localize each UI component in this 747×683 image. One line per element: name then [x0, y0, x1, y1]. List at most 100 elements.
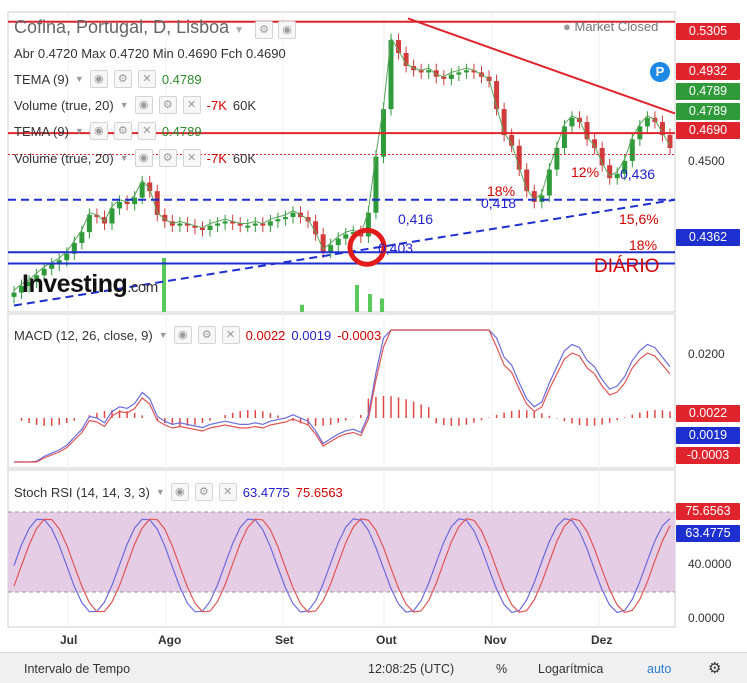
candle-body	[11, 292, 17, 297]
candle-body	[267, 221, 273, 226]
pivot-badge[interactable]: P	[650, 62, 670, 82]
annotation-0436: 0,436	[620, 166, 656, 182]
volume-1-settings-icon[interactable]: ⚙	[158, 96, 177, 114]
macd-signal-line	[14, 329, 671, 463]
market-status: ● Market Closed	[563, 19, 658, 34]
annotation-0416: 0,416	[398, 211, 434, 227]
volume-1-value-a: -7K	[206, 97, 227, 113]
volume-1-menu-icon[interactable]: ▼	[120, 100, 129, 110]
tema-1-settings-icon[interactable]: ⚙	[113, 70, 132, 88]
volume-1-close-icon[interactable]: ✕	[182, 96, 201, 114]
macd-label: MACD (12, 26, close, 9)	[14, 327, 153, 343]
tema-2-label: TEMA (9)	[14, 123, 69, 139]
candle-body	[644, 117, 650, 127]
volume-2-menu-icon[interactable]: ▼	[120, 153, 129, 163]
candle-body	[245, 225, 251, 228]
chart-title-text: Cofina, Portugal, D, Lisboa	[14, 17, 230, 37]
price-axis-tag: 0.4932	[676, 63, 740, 80]
tema-2-settings-icon[interactable]: ⚙	[113, 122, 132, 140]
title-dropdown-icon[interactable]: ▼	[234, 25, 244, 36]
macd-menu-icon[interactable]: ▼	[159, 330, 168, 340]
price-axis-tag: 0.4789	[676, 83, 740, 100]
macd-series	[14, 329, 671, 463]
volume-bar	[355, 285, 359, 312]
clock-readout: 12:08:25 (UTC)	[368, 662, 455, 676]
candle-body	[275, 219, 281, 222]
volume-2-visibility-icon[interactable]: ◉	[134, 149, 153, 167]
candle-body	[667, 135, 673, 148]
volume-1-label: Volume (true, 20)	[14, 97, 114, 113]
log-toggle[interactable]: Logarítmica	[538, 662, 603, 676]
candle-body	[343, 234, 349, 239]
volume-2-value-b: 60K	[232, 150, 257, 166]
candle-body	[448, 74, 454, 79]
indicator-stoch-rsi[interactable]: Stoch RSI (14, 14, 3, 3) ▼ ◉ ⚙ ✕ 63.4775 7…	[14, 483, 343, 501]
volume-bar	[368, 294, 372, 312]
candle-body	[328, 245, 334, 252]
candle-body	[290, 212, 296, 218]
bottom-toolbar: Intervalo de Tempo 12:08:25 (UTC) % Loga…	[0, 652, 747, 683]
candle-body	[501, 109, 507, 136]
macd-visibility-icon[interactable]: ◉	[173, 326, 192, 344]
indicator-tema-2[interactable]: TEMA (9) ▼ ◉ ⚙ ✕ 0.4789	[14, 122, 202, 140]
volume-bar	[380, 298, 384, 312]
x-label-out: Out	[376, 633, 397, 647]
annotation-156: 15,6%	[619, 211, 659, 227]
candle-body	[463, 70, 469, 73]
macd-value-1: 0.0022	[245, 327, 286, 343]
chart-title[interactable]: Cofina, Portugal, D, Lisboa ▼ ⚙ ◉	[14, 17, 297, 39]
eye-icon[interactable]: ◉	[278, 21, 297, 39]
macd-axis-tag: 0.0019	[676, 427, 740, 444]
stoch-close-icon[interactable]: ✕	[218, 483, 237, 501]
volume-2-close-icon[interactable]: ✕	[182, 149, 201, 167]
gear-icon[interactable]: ⚙	[708, 659, 721, 677]
logo-suffix-text: .com	[127, 279, 158, 296]
tema-1-close-icon[interactable]: ✕	[137, 70, 156, 88]
macd-value-2: 0.0019	[291, 327, 332, 343]
macd-settings-icon[interactable]: ⚙	[197, 326, 216, 344]
stoch-axis-tag: 63.4775	[676, 525, 740, 542]
settings-icon[interactable]: ⚙	[255, 21, 274, 39]
candle-body	[494, 81, 500, 110]
percent-toggle[interactable]: %	[496, 662, 507, 676]
indicator-volume-2[interactable]: Volume (true, 20) ▼ ◉ ⚙ ✕ -7K 60K	[14, 149, 256, 167]
volume-2-label: Volume (true, 20)	[14, 150, 114, 166]
stoch-tick-40: 40.0000	[688, 557, 732, 571]
candle-body	[569, 117, 575, 127]
price-axis-tag: 0.5305	[676, 23, 740, 40]
tema-1-visibility-icon[interactable]: ◉	[89, 70, 108, 88]
tema-1-menu-icon[interactable]: ▼	[75, 74, 84, 84]
candle-body	[252, 223, 258, 226]
volume-2-value-a: -7K	[206, 150, 227, 166]
candle-body	[132, 197, 138, 205]
indicator-tema-1[interactable]: TEMA (9) ▼ ◉ ⚙ ✕ 0.4789	[14, 70, 202, 88]
chart-window: Cofina, Portugal, D, Lisboa ▼ ⚙ ◉ ● Mark…	[0, 0, 747, 683]
tema-2-visibility-icon[interactable]: ◉	[89, 122, 108, 140]
stoch-settings-icon[interactable]: ⚙	[194, 483, 213, 501]
annotation-0418: 0,418	[481, 195, 517, 211]
stoch-axis-tag: 75.6563	[676, 503, 740, 520]
tema-2-menu-icon[interactable]: ▼	[75, 126, 84, 136]
time-range-button[interactable]: Intervalo de Tempo	[24, 662, 130, 676]
tema-1-value: 0.4789	[161, 71, 202, 87]
indicator-volume-1[interactable]: Volume (true, 20) ▼ ◉ ⚙ ✕ -7K 60K	[14, 96, 256, 114]
price-axis-tag: 0.4789	[676, 103, 740, 120]
candle-body	[177, 223, 183, 226]
price-axis-tag: 0.4362	[676, 229, 740, 246]
stoch-visibility-icon[interactable]: ◉	[170, 483, 189, 501]
tema-2-close-icon[interactable]: ✕	[137, 122, 156, 140]
volume-1-visibility-icon[interactable]: ◉	[134, 96, 153, 114]
volume-1-value-b: 60K	[232, 97, 257, 113]
auto-toggle[interactable]: auto	[647, 662, 671, 676]
candle-body	[64, 253, 70, 261]
macd-close-icon[interactable]: ✕	[221, 326, 240, 344]
stoch-tick-0: 0.0000	[688, 611, 725, 625]
market-status-text: Market Closed	[574, 19, 659, 34]
stoch-menu-icon[interactable]: ▼	[156, 487, 165, 497]
macd-axis-tag: -0.0003	[676, 447, 740, 464]
x-label-nov: Nov	[484, 633, 507, 647]
macd-axis-tag: 0.0022	[676, 405, 740, 422]
indicator-macd[interactable]: MACD (12, 26, close, 9) ▼ ◉ ⚙ ✕ 0.0022 0.0…	[14, 326, 381, 344]
macd-value-3: -0.0003	[337, 327, 382, 343]
volume-2-settings-icon[interactable]: ⚙	[158, 149, 177, 167]
